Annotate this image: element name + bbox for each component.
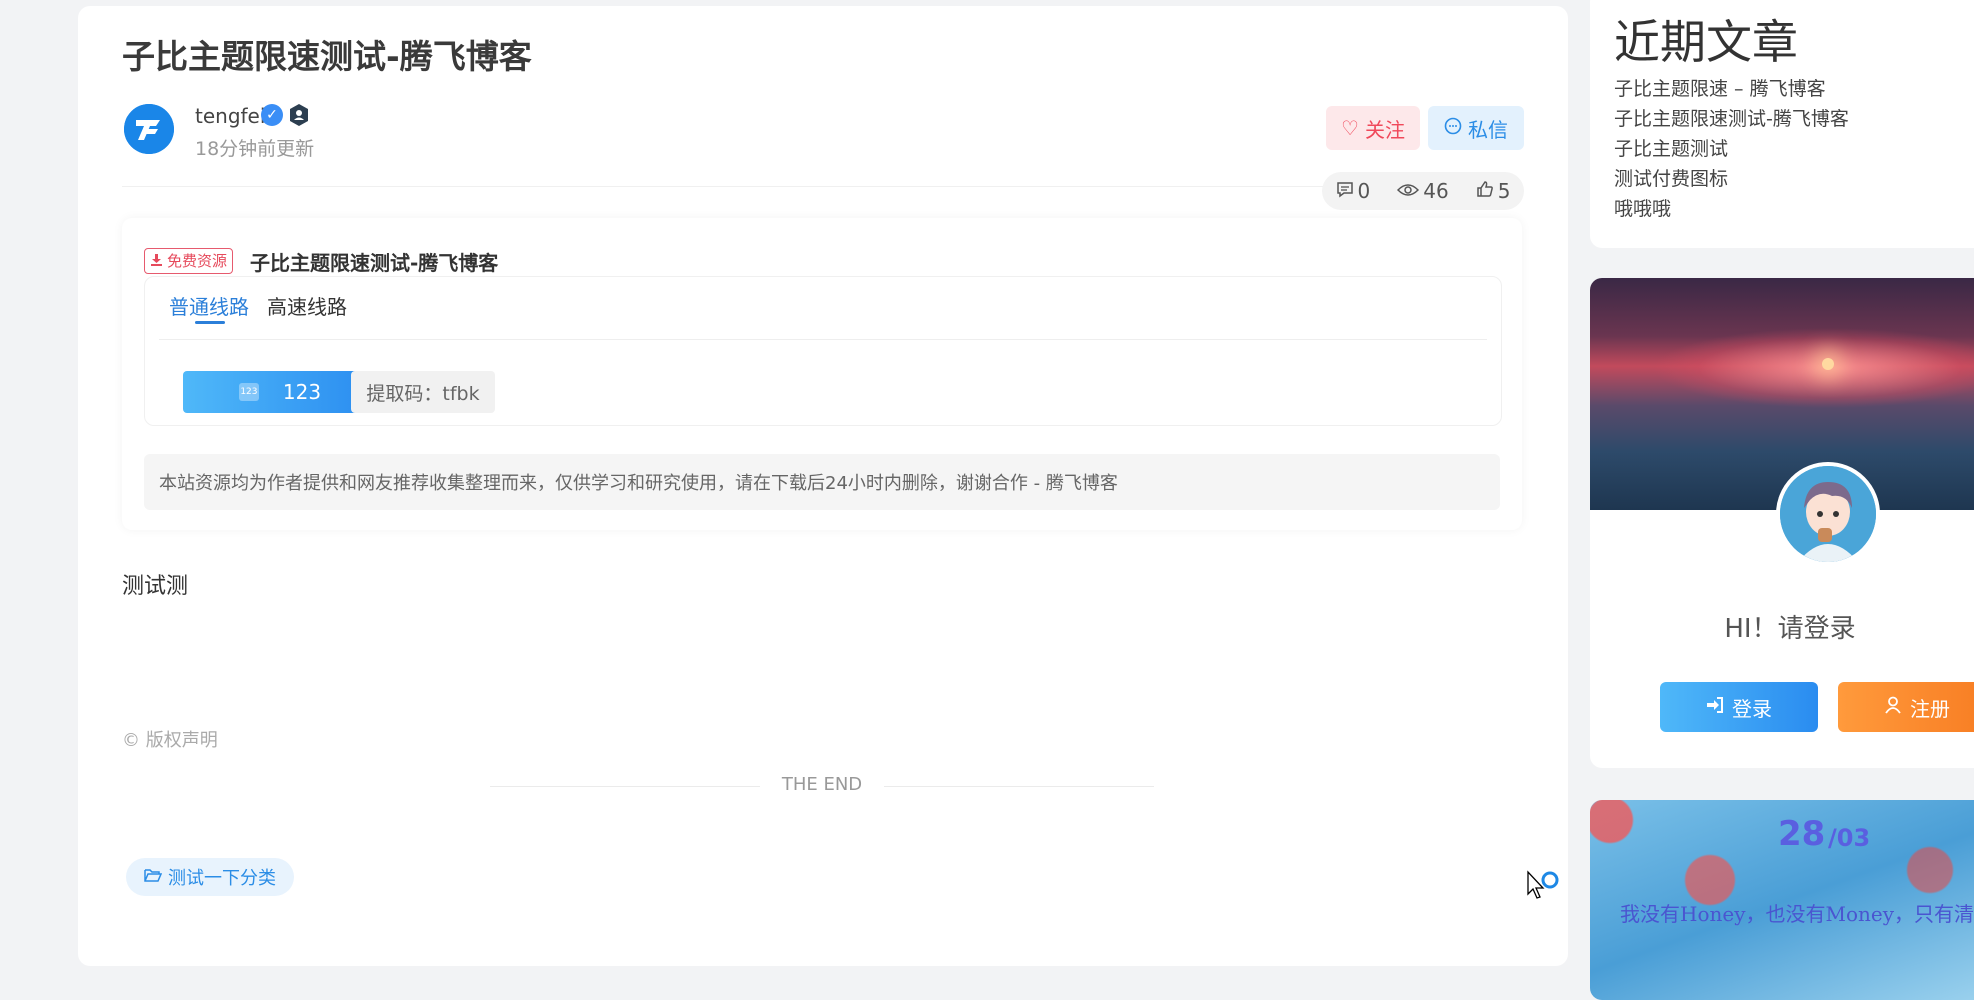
default-user-avatar (1776, 462, 1880, 566)
follow-button[interactable]: ♡ 关注 (1326, 106, 1420, 150)
copyright-link[interactable]: © 版权声明 (122, 726, 218, 752)
register-label: 注册 (1910, 696, 1950, 721)
daily-quote-widget: 28 /03 我没有Honey，也没有Money，只有清 (1590, 800, 1974, 1000)
thumbs-up-icon (1476, 179, 1494, 203)
recent-posts-list: 子比主题限速 – 腾飞博客 子比主题限速测试-腾飞博客 子比主题测试 测试付费图… (1614, 74, 1849, 224)
recent-post-item[interactable]: 子比主题限速测试-腾飞博客 (1614, 104, 1849, 134)
message-button[interactable]: 私信 (1428, 106, 1524, 150)
like-stat[interactable]: 5 (1476, 179, 1511, 203)
follow-label: 关注 (1364, 117, 1405, 142)
sign-in-icon (1706, 695, 1724, 719)
daily-quote: 我没有Honey，也没有Money，只有清 (1620, 902, 1974, 926)
free-tag-label: 免费资源 (167, 252, 228, 270)
busy-cursor-icon (1526, 870, 1562, 910)
article-stats: 0 46 5 (1322, 172, 1524, 210)
comment-stat[interactable]: 0 (1336, 179, 1371, 203)
recent-post-item[interactable]: 子比主题限速 – 腾飞博客 (1614, 74, 1849, 104)
view-stat: 46 (1397, 179, 1449, 203)
user-login-widget: HI！请登录 登录 注册 (1590, 278, 1974, 768)
end-divider-left (490, 786, 760, 787)
tab-fast-route[interactable]: 高速线路 (267, 291, 347, 320)
route-panel: 普通线路 高速线路 123 123 提取码：tfbk (144, 276, 1502, 426)
recent-posts-widget: 近期文章 子比主题限速 – 腾飞博客 子比主题限速测试-腾飞博客 子比主题测试 … (1590, 0, 1974, 248)
cloud-drive-icon: 123 (238, 383, 259, 401)
badge-icon (288, 103, 310, 127)
active-tab-indicator (195, 321, 225, 324)
download-icon (150, 249, 163, 273)
update-time: 18分钟前更新 (195, 138, 315, 160)
article-card: 子比主题限速测试-腾飞博客 tengfei ✓ 18分钟前更新 ♡ 关注 私信 (78, 6, 1568, 966)
folder-icon (144, 867, 163, 888)
resource-notice: 本站资源均为作者提供和网友推荐收集整理而来，仅供学习和研究使用，请在下载后24小… (144, 454, 1500, 510)
banner-sun (1822, 358, 1834, 370)
date-month: /03 (1828, 824, 1871, 852)
download-box: 免费资源 子比主题限速测试-腾飞博客 普通线路 高速线路 123 123 提取码… (122, 218, 1522, 530)
download-title: 子比主题限速测试-腾飞博客 (250, 251, 499, 275)
login-greeting: HI！请登录 (1724, 614, 1856, 644)
category-label: 测试一下分类 (168, 868, 276, 889)
comment-count: 0 (1357, 179, 1371, 203)
heart-icon: ♡ (1341, 116, 1359, 140)
register-button[interactable]: 注册 (1838, 682, 1974, 732)
login-label: 登录 (1732, 696, 1772, 721)
author-avatar[interactable] (124, 104, 174, 154)
user-icon (1884, 695, 1902, 719)
download-button-label: 123 (282, 380, 322, 404)
article-title: 子比主题限速测试-腾飞博客 (122, 37, 532, 76)
eye-icon (1397, 179, 1420, 203)
article-content: 测试测 (122, 574, 189, 599)
the-end-text: THE END (781, 774, 863, 795)
recent-posts-title: 近期文章 (1614, 15, 1798, 69)
tab-normal-route[interactable]: 普通线路 (169, 291, 249, 320)
extract-code[interactable]: 提取码：tfbk (351, 371, 495, 413)
date-day: 28 (1778, 814, 1826, 854)
author-name[interactable]: tengfei (195, 104, 265, 128)
free-resource-tag: 免费资源 (144, 248, 234, 274)
category-tag[interactable]: 测试一下分类 (126, 858, 294, 896)
profile-banner-image (1590, 278, 1974, 510)
route-divider (159, 339, 1487, 340)
message-label: 私信 (1468, 117, 1508, 142)
chat-icon (1444, 116, 1462, 140)
recent-post-item[interactable]: 哦哦哦 (1614, 194, 1849, 224)
verified-icon: ✓ (261, 104, 283, 126)
comment-icon (1336, 179, 1354, 203)
download-button[interactable]: 123 123 (183, 371, 377, 413)
view-count: 46 (1423, 179, 1449, 203)
header-divider (122, 186, 1522, 187)
recent-post-item[interactable]: 子比主题测试 (1614, 134, 1849, 164)
like-count: 5 (1497, 179, 1511, 203)
recent-post-item[interactable]: 测试付费图标 (1614, 164, 1849, 194)
login-button[interactable]: 登录 (1660, 682, 1818, 732)
end-divider-right (884, 786, 1154, 787)
